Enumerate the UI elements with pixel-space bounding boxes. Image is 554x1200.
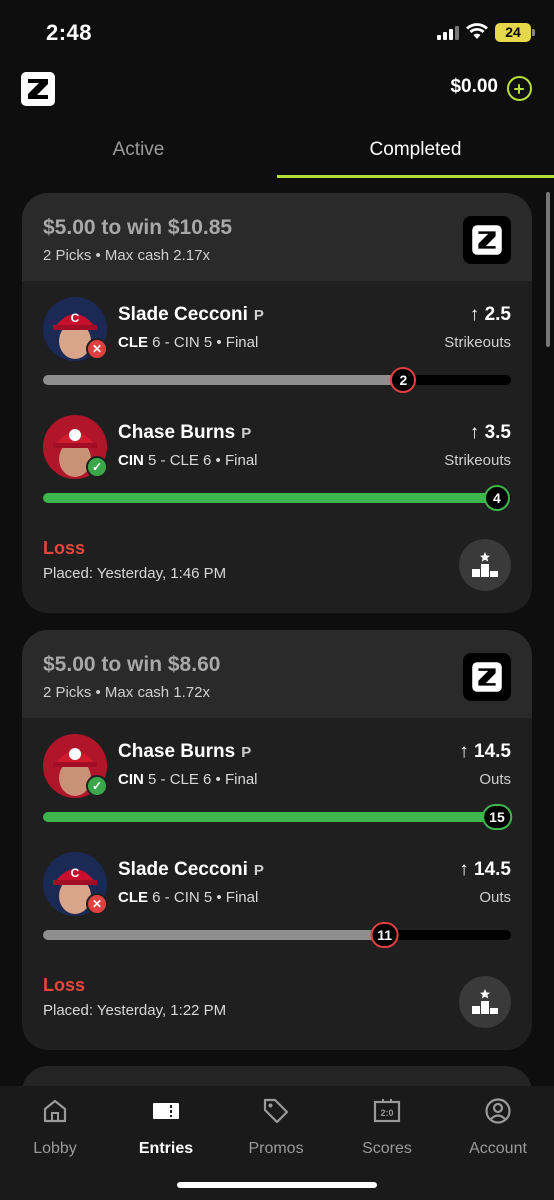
battery-icon: 24 [495, 23, 535, 42]
player-name: Chase Burns P [118, 422, 252, 443]
entry-card[interactable]: $5.00 to win $10.85 2 Picks • Max cash 2… [22, 193, 532, 613]
tab-active[interactable]: Active [0, 128, 277, 178]
leaderboard-button[interactable] [459, 539, 511, 591]
pick-row[interactable]: C ✕ Slade Cecconi P CLE 6 - CIN 5 • Final… [22, 281, 532, 399]
stat-type: Strikeouts [444, 334, 511, 351]
hit-check-icon: ✓ [86, 456, 108, 478]
home-icon [43, 1099, 67, 1123]
hit-check-icon: ✓ [86, 775, 108, 797]
leaderboard-button[interactable] [459, 976, 511, 1028]
pick-row[interactable]: ✓ Chase Burns P CIN 5 - CLE 6 • Final ↑ 1… [22, 718, 532, 836]
nav-lobby[interactable]: Lobby [0, 1096, 110, 1158]
actual-stat-badge: 15 [482, 804, 512, 830]
cellular-signal-icon [437, 26, 459, 40]
miss-x-icon: ✕ [86, 893, 108, 915]
stat-type: Outs [479, 889, 511, 906]
entry-card-header: $5.00 to win $8.60 2 Picks • Max cash 1.… [22, 630, 532, 718]
progress-fill [43, 375, 404, 385]
entry-result: Loss [43, 538, 86, 558]
account-balance[interactable]: $0.00 [450, 76, 498, 98]
account-icon [485, 1098, 511, 1124]
entry-subtitle: 2 Picks • Max cash 2.17x [43, 247, 210, 264]
podium-icon [472, 989, 498, 1014]
svg-text:C: C [71, 311, 80, 325]
game-score: CIN 5 - CLE 6 • Final [118, 452, 258, 469]
entry-title: $5.00 to win $10.85 [43, 216, 233, 239]
svg-text:2:0: 2:0 [380, 1108, 393, 1118]
entry-title: $5.00 to win $8.60 [43, 653, 221, 676]
actual-stat-badge: 11 [370, 922, 400, 948]
podium-icon [472, 552, 498, 577]
entry-placed-time: Placed: Yesterday, 1:46 PM [43, 565, 227, 582]
add-funds-icon[interactable] [507, 76, 532, 101]
nav-promos[interactable]: Promos [221, 1096, 331, 1158]
entries-tabs: Active Completed [0, 128, 554, 178]
nav-entries[interactable]: Entries [111, 1096, 221, 1158]
game-score: CLE 6 - CIN 5 • Final [118, 334, 259, 351]
entry-placed-time: Placed: Yesterday, 1:22 PM [43, 1002, 227, 1019]
progress-track: 4 [43, 485, 511, 511]
progress-fill [43, 812, 497, 822]
miss-x-icon: ✕ [86, 338, 108, 360]
progress-track: 11 [43, 922, 511, 948]
svg-text:C: C [71, 866, 80, 880]
tag-icon [263, 1098, 289, 1124]
stat-type: Strikeouts [444, 452, 511, 469]
pick-line: ↑ 14.5 [459, 859, 511, 880]
status-bar: 2:48 24 [0, 0, 554, 66]
app-logo-icon [463, 216, 511, 264]
progress-fill [43, 930, 385, 940]
pick-line: ↑ 14.5 [459, 741, 511, 762]
pick-row[interactable]: ✓ Chase Burns P CIN 5 - CLE 6 • Final ↑ 3… [22, 399, 532, 517]
entry-card-header: $5.00 to win $10.85 2 Picks • Max cash 2… [22, 193, 532, 281]
progress-track: 2 [43, 367, 511, 393]
ticket-icon [153, 1103, 179, 1119]
progress-fill [43, 493, 497, 503]
scoreboard-icon: 2:0 [373, 1099, 401, 1123]
pick-row[interactable]: C ✕ Slade Cecconi P CLE 6 - CIN 5 • Final… [22, 836, 532, 954]
stat-type: Outs [479, 771, 511, 788]
pick-line: ↑ 3.5 [469, 422, 511, 443]
entry-result: Loss [43, 975, 86, 995]
progress-track: 15 [43, 804, 512, 830]
scrollbar[interactable] [546, 192, 550, 347]
nav-scores[interactable]: 2:0 Scores [332, 1096, 442, 1158]
player-name: Chase Burns P [118, 741, 252, 762]
actual-stat-badge: 2 [390, 367, 417, 393]
player-name: Slade Cecconi P [118, 859, 264, 880]
wifi-icon [466, 23, 488, 39]
app-logo-icon[interactable] [21, 72, 55, 106]
game-score: CLE 6 - CIN 5 • Final [118, 889, 259, 906]
entry-subtitle: 2 Picks • Max cash 1.72x [43, 684, 210, 701]
home-indicator[interactable] [177, 1182, 377, 1188]
app-logo-icon [463, 653, 511, 701]
tab-completed[interactable]: Completed [277, 128, 554, 178]
entry-card[interactable]: $5.00 to win $8.60 2 Picks • Max cash 1.… [22, 630, 532, 1050]
actual-stat-badge: 4 [483, 485, 510, 511]
player-name: Slade Cecconi P [118, 304, 264, 325]
pick-line: ↑ 2.5 [469, 304, 511, 325]
nav-account[interactable]: Account [443, 1096, 553, 1158]
status-time: 2:48 [46, 20, 93, 45]
game-score: CIN 5 - CLE 6 • Final [118, 771, 258, 788]
